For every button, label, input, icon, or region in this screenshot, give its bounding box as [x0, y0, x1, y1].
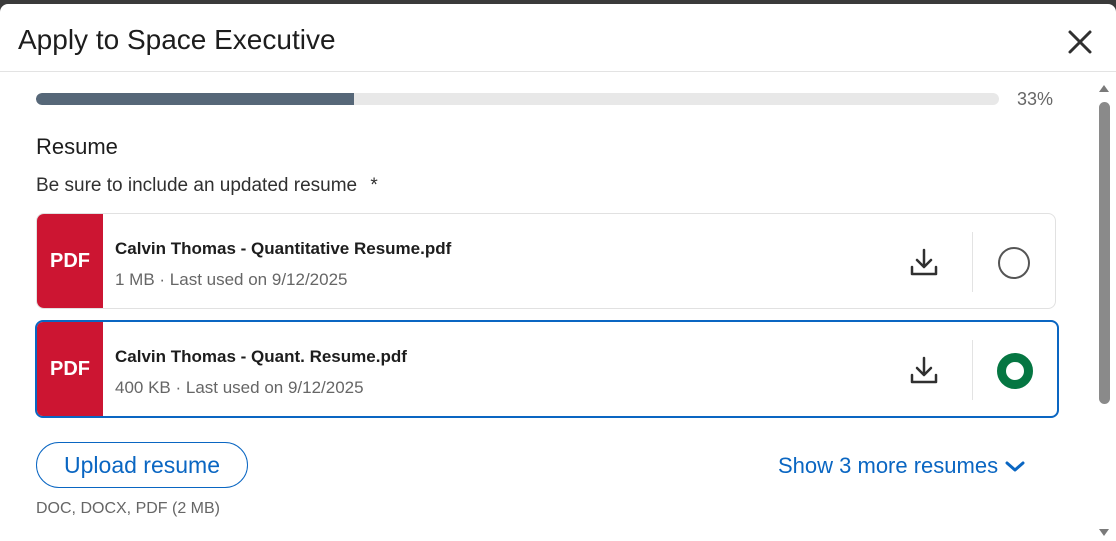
close-icon — [1068, 30, 1092, 54]
progress-bar — [36, 93, 999, 105]
required-marker: * — [370, 175, 378, 196]
show-more-resumes-link[interactable]: Show 3 more resumes — [778, 453, 1026, 479]
resume-card-selected[interactable]: PDF Calvin Thomas - Quant. Resume.pdf 40… — [35, 320, 1059, 418]
scrollbar-thumb[interactable] — [1099, 102, 1110, 404]
resume-file-meta: 1 MB · Last used on 9/12/2025 — [115, 270, 348, 289]
show-more-label: Show 3 more resumes — [778, 453, 999, 478]
resume-file-name: Calvin Thomas - Quant. Resume.pdf — [115, 347, 407, 366]
resume-select-radio-checked[interactable] — [997, 353, 1033, 389]
download-icon — [910, 248, 938, 276]
close-button[interactable] — [1060, 24, 1100, 64]
dialog-body[interactable]: 33% Resume Be sure to include an updated… — [0, 72, 1116, 541]
download-icon — [910, 356, 938, 384]
resume-select-radio[interactable] — [998, 247, 1030, 279]
allowed-file-types: DOC, DOCX, PDF (2 MB) — [36, 500, 221, 517]
progress-fill — [36, 93, 354, 105]
pdf-badge: PDF — [37, 214, 103, 308]
pdf-badge: PDF — [37, 322, 103, 416]
chevron-down-icon — [1005, 461, 1025, 472]
scroll-down-arrow-icon[interactable] — [1098, 527, 1110, 539]
resume-file-name: Calvin Thomas - Quantitative Resume.pdf — [115, 239, 452, 258]
dialog-header: Apply to Space Executive — [0, 4, 1116, 72]
apply-dialog: Apply to Space Executive 33% Resume Be s… — [0, 4, 1116, 541]
resume-instruction: Be sure to include an updated resume * — [36, 175, 378, 197]
progress-percent: 33% — [1017, 89, 1054, 109]
card-divider — [972, 340, 973, 400]
resume-file-meta: 400 KB · Last used on 9/12/2025 — [115, 378, 364, 397]
instruction-text: Be sure to include an updated resume — [36, 175, 358, 196]
upload-resume-button[interactable]: Upload resume — [36, 442, 248, 488]
download-button[interactable] — [907, 354, 941, 388]
section-title: Resume — [36, 134, 118, 159]
resume-card[interactable]: PDF Calvin Thomas - Quantitative Resume.… — [36, 213, 1056, 309]
dialog-title: Apply to Space Executive — [18, 24, 336, 55]
card-divider — [972, 232, 973, 292]
scroll-up-arrow-icon[interactable] — [1098, 82, 1110, 94]
download-button[interactable] — [907, 246, 941, 280]
